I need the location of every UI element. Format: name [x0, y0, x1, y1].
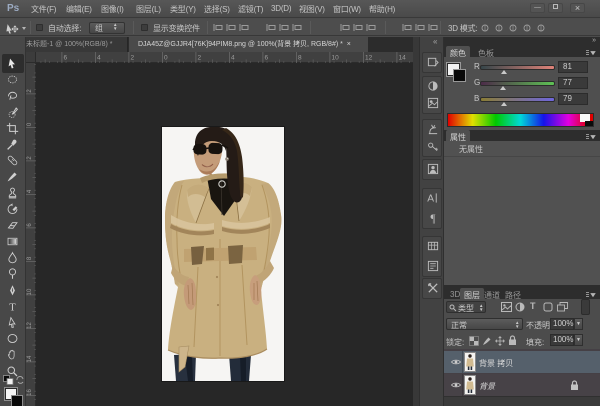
svg-text:4: 4: [27, 189, 33, 193]
svg-text:4: 4: [97, 55, 101, 62]
svg-text:14: 14: [27, 355, 33, 362]
svg-text:¶: ¶: [430, 213, 435, 224]
svg-text:A: A: [427, 193, 434, 203]
svg-text:0: 0: [164, 55, 168, 62]
svg-text:8: 8: [27, 256, 33, 260]
svg-text:10: 10: [27, 288, 33, 295]
svg-text:0: 0: [27, 122, 33, 126]
svg-text:10: 10: [332, 55, 340, 62]
svg-text:6: 6: [265, 55, 269, 62]
svg-text:2: 2: [131, 55, 135, 62]
svg-text:4: 4: [231, 55, 235, 62]
svg-text:12: 12: [365, 55, 373, 62]
svg-text:2: 2: [27, 156, 33, 160]
svg-text:2: 2: [198, 55, 202, 62]
svg-text:6: 6: [27, 223, 33, 227]
svg-text:16: 16: [27, 389, 33, 396]
svg-text:T: T: [9, 302, 16, 312]
svg-text:14: 14: [399, 55, 407, 62]
svg-text:2: 2: [27, 89, 33, 93]
svg-text:8: 8: [298, 55, 302, 62]
svg-text:6: 6: [64, 55, 68, 62]
svg-text:12: 12: [27, 322, 33, 329]
